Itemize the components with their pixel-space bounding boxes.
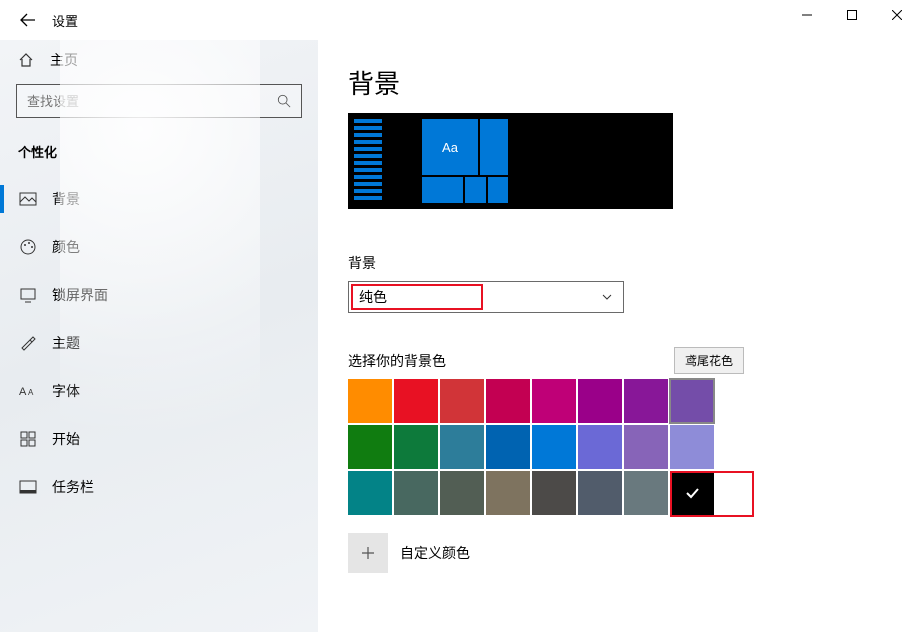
custom-color-label: 自定义颜色 <box>400 543 470 563</box>
start-icon <box>18 430 38 448</box>
color-swatch[interactable] <box>624 425 668 469</box>
color-swatch[interactable] <box>486 425 530 469</box>
home-icon <box>18 52 38 68</box>
color-swatch[interactable] <box>348 471 392 515</box>
custom-color-button[interactable] <box>348 533 388 573</box>
color-swatches: 鸢尾花色 <box>348 379 758 515</box>
sidebar-item-label: 颜色 <box>52 237 80 257</box>
sidebar-item-label: 开始 <box>52 429 80 449</box>
pick-color-label: 选择你的背景色 <box>348 351 919 371</box>
maximize-icon <box>847 10 857 20</box>
color-swatch[interactable] <box>486 379 530 423</box>
color-swatch[interactable] <box>670 425 714 469</box>
color-swatch[interactable] <box>440 379 484 423</box>
search-input[interactable] <box>27 94 277 109</box>
home-label: 主页 <box>50 50 78 70</box>
color-swatch[interactable] <box>532 471 576 515</box>
color-swatch[interactable] <box>486 471 530 515</box>
background-type-dropdown[interactable]: 纯色 <box>348 281 624 313</box>
color-swatch[interactable] <box>578 471 622 515</box>
color-swatch[interactable] <box>532 425 576 469</box>
dropdown-value: 纯色 <box>359 287 387 307</box>
color-swatch[interactable] <box>624 471 668 515</box>
sidebar-item-label: 任务栏 <box>52 477 94 497</box>
color-swatch[interactable] <box>578 425 622 469</box>
font-icon: AA <box>18 382 38 400</box>
color-tooltip: 鸢尾花色 <box>674 347 744 374</box>
minimize-button[interactable] <box>784 0 829 30</box>
color-swatch[interactable] <box>394 471 438 515</box>
checkmark-icon <box>684 485 700 501</box>
palette-icon <box>18 238 38 256</box>
color-swatch[interactable] <box>624 379 668 423</box>
desktop-preview: Aa <box>348 113 673 209</box>
window-controls <box>784 0 919 30</box>
maximize-button[interactable] <box>829 0 874 30</box>
plus-icon <box>360 545 376 561</box>
sidebar-item-themes[interactable]: 主题 <box>0 319 318 367</box>
color-swatch[interactable] <box>440 471 484 515</box>
svg-text:A: A <box>28 388 34 397</box>
close-button[interactable] <box>874 0 919 30</box>
sidebar-item-label: 字体 <box>52 381 80 401</box>
background-type-label: 背景 <box>348 253 919 273</box>
home-link[interactable]: 主页 <box>0 40 318 84</box>
sidebar-item-lockscreen[interactable]: 锁屏界面 <box>0 271 318 319</box>
sidebar: 主页 个性化 背景 颜色 锁屏界面 主题 AA 字体 开始 <box>0 40 318 632</box>
arrow-left-icon <box>20 12 36 28</box>
color-swatch[interactable] <box>440 425 484 469</box>
color-swatch[interactable] <box>394 379 438 423</box>
color-swatch[interactable] <box>348 425 392 469</box>
sidebar-item-colors[interactable]: 颜色 <box>0 223 318 271</box>
color-swatch[interactable] <box>670 471 714 515</box>
color-swatch[interactable] <box>670 379 714 423</box>
taskbar-icon <box>18 478 38 496</box>
minimize-icon <box>802 10 812 20</box>
color-swatch[interactable] <box>532 379 576 423</box>
back-button[interactable] <box>12 4 44 36</box>
content-pane: 背景 Aa 背景 纯色 选择你的背景色 鸢尾花色 <box>318 40 919 632</box>
sidebar-item-background[interactable]: 背景 <box>0 175 318 223</box>
search-icon <box>277 94 291 108</box>
page-title: 背景 <box>348 64 919 101</box>
color-swatch[interactable] <box>394 425 438 469</box>
sidebar-item-label: 主题 <box>52 333 80 353</box>
theme-icon <box>18 334 38 352</box>
chevron-down-icon <box>601 291 613 303</box>
svg-text:A: A <box>19 386 27 398</box>
section-title: 个性化 <box>0 136 318 175</box>
search-box[interactable] <box>16 84 302 118</box>
sidebar-item-start[interactable]: 开始 <box>0 415 318 463</box>
color-swatch[interactable] <box>578 379 622 423</box>
picture-icon <box>18 190 38 208</box>
sidebar-item-label: 背景 <box>52 189 80 209</box>
preview-sample-text: Aa <box>422 119 478 175</box>
titlebar: 设置 <box>0 0 919 40</box>
close-icon <box>892 10 902 20</box>
sidebar-item-taskbar[interactable]: 任务栏 <box>0 463 318 511</box>
color-swatch[interactable] <box>348 379 392 423</box>
window-title: 设置 <box>52 11 78 30</box>
sidebar-item-fonts[interactable]: AA 字体 <box>0 367 318 415</box>
sidebar-item-label: 锁屏界面 <box>52 285 108 305</box>
lockscreen-icon <box>18 286 38 304</box>
